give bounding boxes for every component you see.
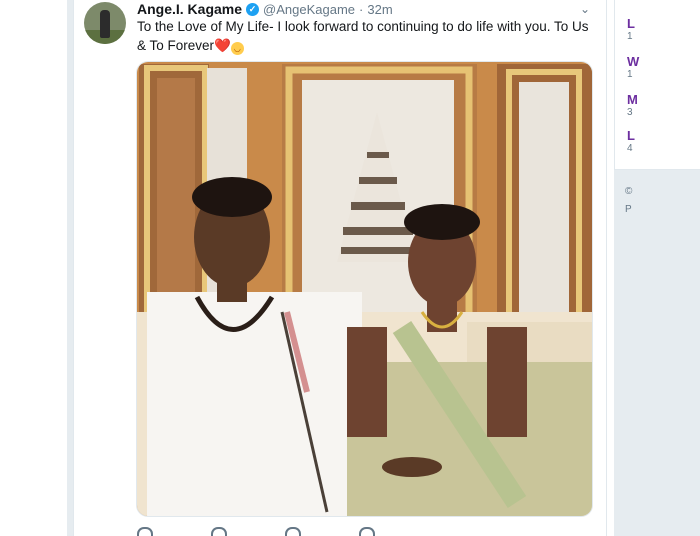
avatar[interactable] <box>84 2 126 44</box>
trend-item[interactable]: L 1 <box>627 16 635 42</box>
heart-emoji-icon: ❤️ <box>214 38 231 53</box>
tweet-timestamp[interactable]: 32m <box>367 2 392 17</box>
sidebar-gap <box>614 170 700 536</box>
smile-emoji-icon: ◡ <box>230 42 244 55</box>
page-background-left <box>0 0 67 536</box>
tweet-photo[interactable] <box>136 61 593 517</box>
footer-copyright: © <box>625 186 633 197</box>
trend-item[interactable]: M 3 <box>627 92 638 118</box>
tweet-header: Ange.I. Kagame ✓ @AngeKagame · 32m <box>137 1 393 17</box>
like-icon[interactable] <box>285 527 301 536</box>
direct-message-icon[interactable] <box>359 527 375 536</box>
chevron-down-icon[interactable]: ⌄ <box>578 2 592 16</box>
photo-image <box>137 62 592 516</box>
separator-dot: · <box>359 1 364 17</box>
trend-item[interactable]: W 1 <box>627 54 639 80</box>
author-name[interactable]: Ange.I. Kagame <box>137 1 242 17</box>
tweet-text-body: To the Love of My Life- I look forward t… <box>137 19 589 53</box>
footer-link[interactable]: P <box>625 204 632 215</box>
trend-item[interactable]: L 4 <box>627 128 635 154</box>
tweet-actions <box>137 527 397 536</box>
author-handle[interactable]: @AngeKagame <box>263 2 355 17</box>
retweet-icon[interactable] <box>211 527 227 536</box>
tweet-text: To the Love of My Life- I look forward t… <box>137 17 592 55</box>
reply-icon[interactable] <box>137 527 153 536</box>
verified-badge-icon: ✓ <box>246 2 260 16</box>
